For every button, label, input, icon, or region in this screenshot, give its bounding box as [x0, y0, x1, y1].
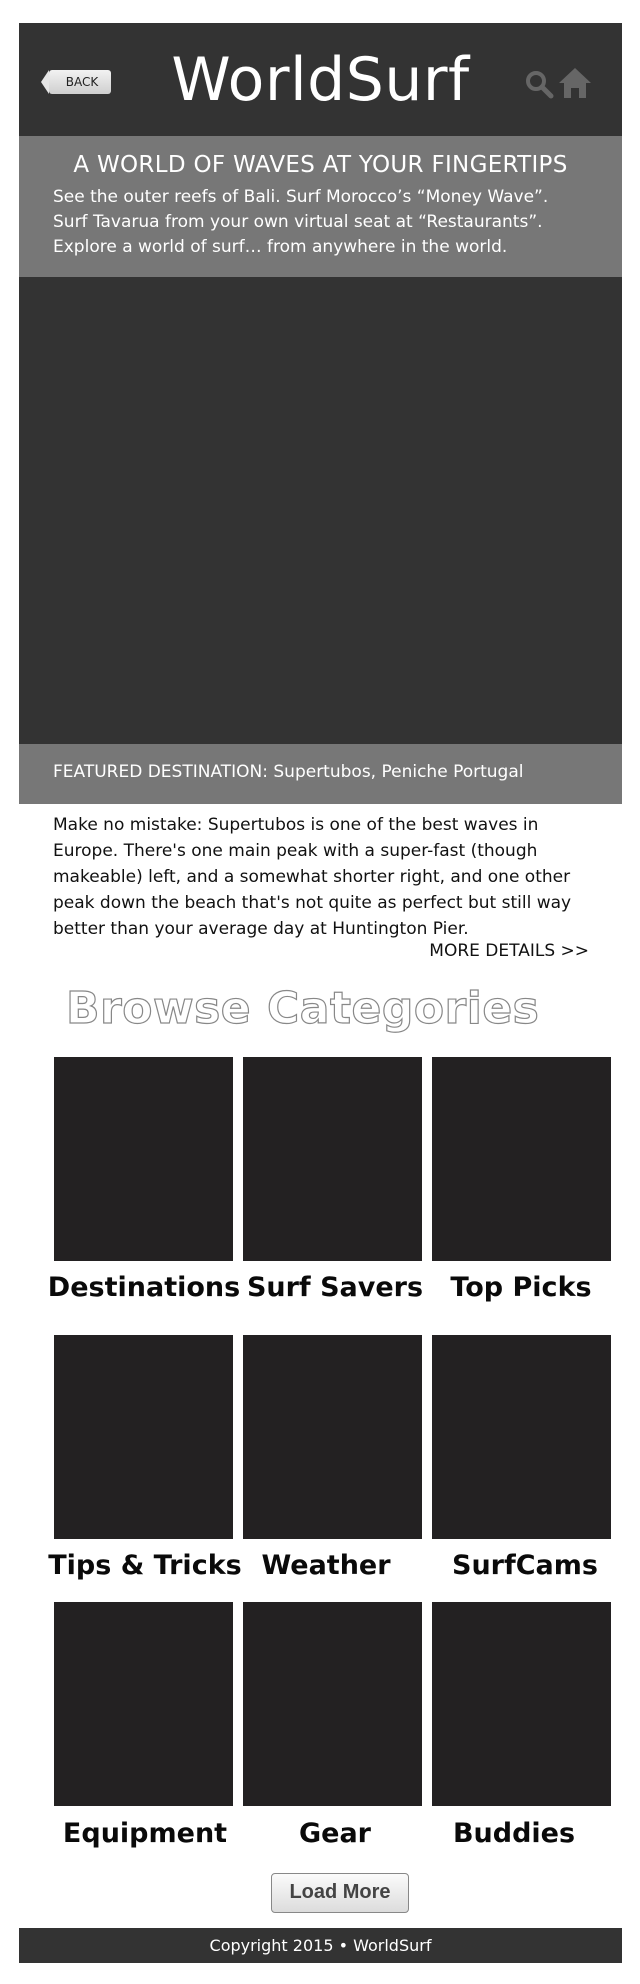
featured-destination-label: FEATURED DESTINATION: Supertubos, Penich… [53, 762, 524, 782]
category-label-destinations[interactable]: Destinations [44, 1272, 244, 1303]
category-tile-weather[interactable] [243, 1335, 422, 1539]
more-details-link[interactable]: MORE DETAILS >> [429, 941, 589, 961]
category-tile-gear[interactable] [243, 1602, 422, 1806]
category-label-top-picks[interactable]: Top Picks [421, 1272, 621, 1303]
category-tile-buddies[interactable] [432, 1602, 611, 1806]
category-tile-destinations[interactable] [54, 1057, 233, 1261]
category-label-tips-tricks[interactable]: Tips & Tricks [45, 1550, 245, 1581]
browse-categories-title: Browse Categories [65, 982, 540, 1034]
category-label-gear[interactable]: Gear [235, 1818, 435, 1849]
category-tile-surf-savers[interactable] [243, 1057, 422, 1261]
category-label-surf-savers[interactable]: Surf Savers [235, 1272, 435, 1303]
intro-headline: A WORLD OF WAVES AT YOUR FINGERTIPS [73, 152, 568, 178]
header: BACK WorldSurf [19, 23, 622, 136]
category-label-surfcams[interactable]: SurfCams [425, 1550, 625, 1581]
footer: Copyright 2015 • WorldSurf [19, 1928, 622, 1963]
category-tile-equipment[interactable] [54, 1602, 233, 1806]
load-more-button[interactable]: Load More [271, 1873, 409, 1913]
category-tile-surfcams[interactable] [432, 1335, 611, 1539]
intro-panel: A WORLD OF WAVES AT YOUR FINGERTIPS See … [19, 136, 622, 277]
home-icon[interactable] [558, 66, 592, 100]
search-icon[interactable] [524, 69, 554, 99]
featured-destination-bar: FEATURED DESTINATION: Supertubos, Penich… [19, 744, 622, 804]
category-label-buddies[interactable]: Buddies [414, 1818, 614, 1849]
category-tile-top-picks[interactable] [432, 1057, 611, 1261]
category-label-equipment[interactable]: Equipment [45, 1818, 245, 1849]
featured-description: Make no mistake: Supertubos is one of th… [53, 815, 572, 939]
hero-image[interactable] [19, 277, 622, 744]
category-tile-tips-tricks[interactable] [54, 1335, 233, 1539]
category-label-weather[interactable]: Weather [226, 1550, 426, 1581]
intro-text: See the outer reefs of Bali. Surf Morocc… [53, 187, 549, 257]
copyright-text: Copyright 2015 • WorldSurf [209, 1936, 432, 1955]
